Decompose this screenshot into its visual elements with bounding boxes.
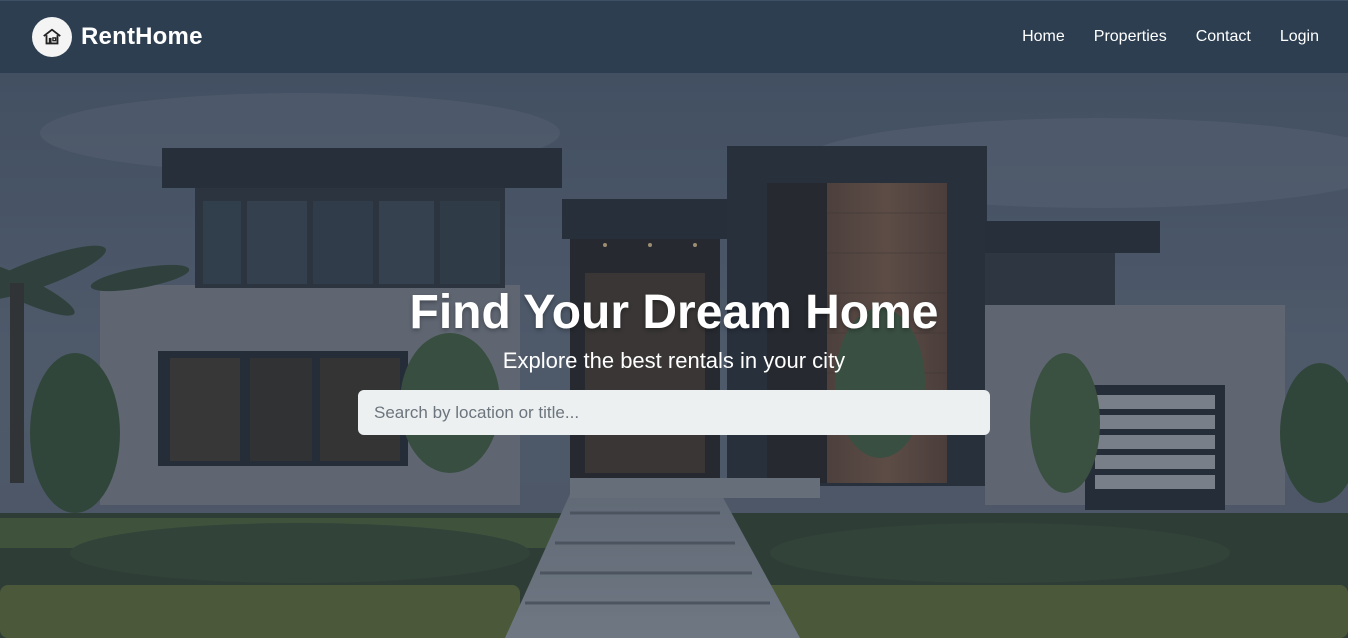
- nav-link-properties[interactable]: Properties: [1094, 28, 1167, 46]
- navbar: RentHome Home Properties Contact Login: [0, 0, 1348, 73]
- nav-links: Home Properties Contact Login: [1022, 28, 1319, 46]
- nav-link-contact[interactable]: Contact: [1196, 28, 1251, 46]
- hero-subtitle: Explore the best rentals in your city: [502, 348, 846, 373]
- hero-section: Find Your Dream Home Explore the best re…: [0, 73, 1348, 638]
- brand-name[interactable]: RentHome: [81, 23, 203, 51]
- brand[interactable]: RentHome: [32, 17, 203, 57]
- house-icon[interactable]: [32, 17, 72, 57]
- search-input[interactable]: [358, 390, 990, 435]
- nav-link-login[interactable]: Login: [1280, 28, 1319, 46]
- hero-title: Find Your Dream Home: [409, 286, 939, 339]
- hero-content: Find Your Dream Home Explore the best re…: [0, 73, 1348, 638]
- nav-link-home[interactable]: Home: [1022, 28, 1065, 46]
